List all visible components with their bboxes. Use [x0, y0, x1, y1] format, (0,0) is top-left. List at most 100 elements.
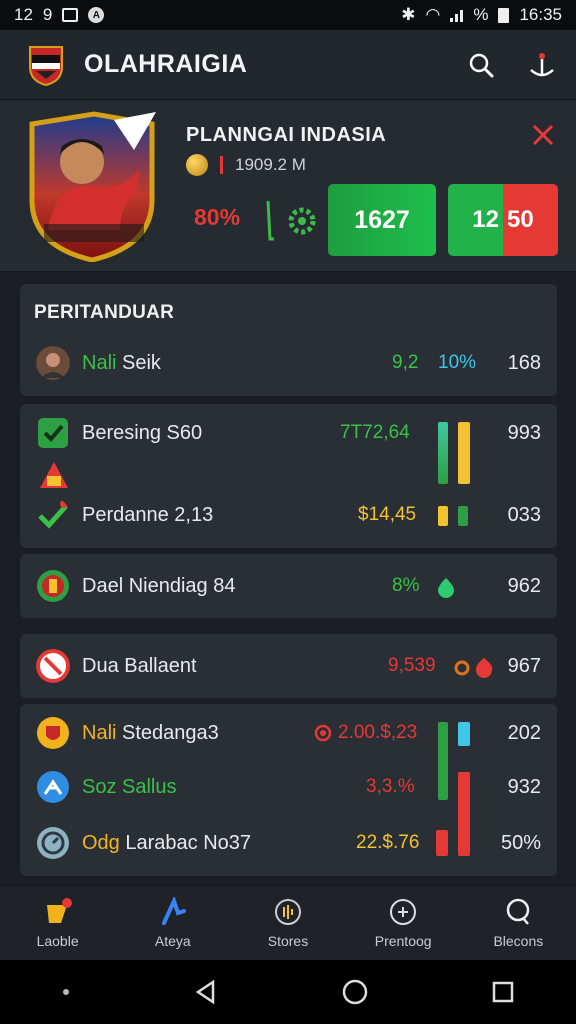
search-icon[interactable] [468, 52, 494, 78]
club-badge-icon [37, 717, 69, 749]
list-item[interactable]: Nali Stedanga3 2.00.$,23 202 [20, 708, 557, 758]
trend-bar [458, 506, 468, 526]
split-score-button[interactable]: 12 50 [448, 184, 558, 256]
list-item-name: Dael Niendiag 84 [82, 574, 236, 597]
clock-badge-icon [37, 827, 69, 859]
home-icon[interactable] [341, 978, 369, 1006]
split-score-right: 50 [503, 184, 558, 256]
recents-icon[interactable] [491, 980, 515, 1004]
list-item[interactable]: Nali Seik 9,2 10% 168 [20, 338, 557, 388]
section-title: PERITANDUAR [34, 302, 175, 323]
no-entry-icon [36, 649, 70, 683]
list-item[interactable]: Soz Sallus 3,3.% 932 [20, 762, 557, 812]
standings-card: PERITANDUAR Nali Seik 9,2 10% 168 [20, 284, 557, 396]
club-badge-icon [37, 570, 69, 602]
nav-item-ateya[interactable]: Ateya [123, 897, 223, 949]
score-button[interactable]: 1627 [328, 184, 436, 256]
dot-icon [63, 989, 69, 995]
nav-item-prentoog[interactable]: Prentoog [353, 897, 453, 949]
app-notification-icon: A [88, 7, 105, 23]
app-bar: OLAHRAIGIA [0, 30, 576, 100]
list-item-value: 7T72,64 [340, 422, 410, 443]
trophy-icon [46, 898, 72, 923]
nav-label: Stores [267, 933, 309, 949]
list-item[interactable]: Dua Ballaent 9,539 967 [20, 641, 557, 691]
list-item-value: 9,2 [392, 352, 419, 373]
nav-label: Prentoog [374, 933, 432, 949]
status-dot-icon [438, 578, 454, 598]
status-text: 12 [14, 5, 33, 24]
list-item-value: 2.00.$,23 [338, 722, 418, 743]
fixtures-card: Nali Stedanga3 2.00.$,23 202 Soz Sallus … [20, 704, 557, 876]
list-item[interactable]: Beresing S60 7T72,64 993 [20, 408, 557, 458]
status-bar: 12 9 A ✱ ◠ % 16:35 [0, 0, 576, 30]
list-item-end: 168 [507, 351, 541, 374]
list-item-name: Odg Larabac No37 [82, 831, 252, 854]
list-item-name: Dua Ballaent [82, 654, 197, 677]
clock: 16:35 [519, 5, 562, 24]
list-item-end: 962 [507, 574, 541, 597]
list-item-name: Soz Sallus [82, 775, 177, 798]
wifi-icon: ◠ [425, 5, 441, 24]
player-avatar [36, 346, 70, 380]
results-card: Beresing S60 7T72,64 993 Perdanne 2,13 $… [20, 404, 557, 548]
list-item-end: 993 [507, 421, 541, 444]
list-item-end: 50% [500, 831, 541, 854]
list-item-end: 033 [507, 503, 541, 526]
list-item-value: 22.$.76 [356, 832, 420, 853]
team-percent: 80% [194, 204, 241, 230]
nav-item-stores[interactable]: Stores [238, 897, 338, 949]
chat-icon [507, 898, 530, 925]
bottom-nav: Laoble Ateya Stores Prentoog Blecons [0, 885, 576, 960]
list-item[interactable]: Dael Niendiag 84 8% 962 [20, 561, 557, 611]
trend-bar [438, 422, 448, 484]
nav-label: Ateya [154, 933, 191, 949]
bluetooth-icon: ✱ [401, 5, 416, 24]
close-icon[interactable] [530, 122, 556, 148]
notification-icon [62, 8, 79, 22]
team-meta-value: 1909.2 M [235, 155, 306, 174]
list-item-name: Beresing S60 [82, 421, 203, 444]
status-text-2: 9 [42, 5, 53, 24]
schedule-icon [390, 899, 417, 925]
divider-mark [220, 156, 223, 174]
stats-icon [274, 899, 301, 925]
list-item-value: 3,3.% [366, 776, 415, 797]
system-nav-bar [0, 960, 576, 1024]
sport-icon [37, 771, 69, 803]
team-meta: 1909.2 M [186, 154, 306, 176]
list-item[interactable]: Perdanne 2,13 $14,45 033 [20, 490, 557, 540]
nav-item-laoble[interactable]: Laoble [8, 897, 108, 949]
list-item-name: Perdanne 2,13 [82, 503, 214, 526]
team-hero-card[interactable]: PLANNGAI INDASIA 1909.2 M 80% 1627 12 50 [0, 100, 576, 272]
battery-icon [498, 7, 510, 23]
list-item-value: 8% [392, 575, 420, 596]
list-item-name: Nali Stedanga3 [82, 721, 219, 744]
list-item[interactable]: Odg Larabac No37 22.$.76 50% [20, 818, 557, 868]
trend-bar [458, 422, 470, 484]
list-item-end: 202 [507, 721, 541, 744]
list-item-value: 9,539 [388, 655, 436, 676]
back-icon[interactable] [193, 979, 219, 1005]
signal-percent: % [473, 5, 489, 24]
app-logo-icon[interactable] [26, 43, 66, 87]
match-card: Dua Ballaent 9,539 967 [20, 634, 557, 698]
list-item-end: 967 [507, 654, 541, 677]
nav-label: Blecons [493, 933, 544, 949]
fire-icon [454, 658, 493, 678]
trend-bar [438, 506, 448, 526]
match-card: Dael Niendiag 84 8% 962 [20, 554, 557, 618]
share-pin-icon[interactable] [528, 50, 556, 80]
coin-icon [186, 154, 208, 176]
team-name: PLANNGAI INDASIA [186, 124, 387, 146]
coin-icon [314, 724, 332, 742]
nav-item-blecons[interactable]: Blecons [468, 897, 568, 949]
list-item-end: 932 [507, 775, 541, 798]
list-item-percent: 10% [438, 352, 477, 373]
warning-icon [40, 462, 68, 488]
player-icon [161, 897, 186, 925]
nav-label: Laoble [36, 933, 79, 949]
team-crest-image [29, 111, 156, 262]
list-item-name: Nali Seik [82, 351, 161, 374]
check-circle-icon [38, 500, 68, 529]
